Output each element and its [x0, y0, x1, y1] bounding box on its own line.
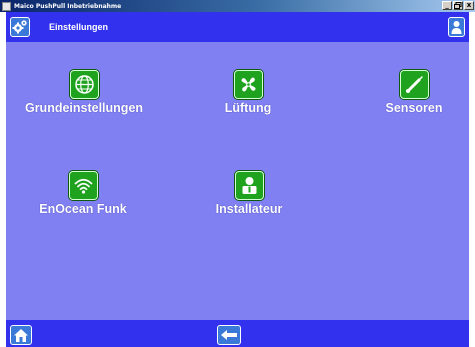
header-bar: Einstellungen [6, 12, 469, 42]
window-controls: _ x [442, 1, 474, 10]
wireless-signal-icon [68, 171, 98, 200]
tile-label: Lüftung [224, 101, 272, 115]
tile-label: Sensoren [385, 101, 443, 115]
tile-enocean-funk[interactable]: EnOcean Funk [20, 171, 146, 216]
back-arrow-icon [221, 330, 237, 340]
window-titlebar[interactable]: Maico PushPull Inbetriebnahme _ x [0, 0, 475, 12]
home-icon [14, 328, 28, 342]
tile-label: Grundeinstellungen [24, 101, 144, 115]
user-icon [451, 20, 462, 34]
close-button[interactable]: x [464, 1, 474, 10]
tile-label: Installateur [215, 202, 283, 216]
tile-label: EnOcean Funk [39, 202, 127, 216]
installer-person-icon [234, 171, 264, 200]
window-title: Maico PushPull Inbetriebnahme [14, 2, 122, 10]
footer-bar [6, 320, 469, 347]
tile-sensoren[interactable]: Sensoren [378, 70, 450, 115]
page-title: Einstellungen [49, 22, 109, 32]
tile-grundeinstellungen[interactable]: Grundeinstellungen [15, 70, 153, 115]
tile-lueftung[interactable]: Lüftung [214, 70, 282, 115]
tile-installateur[interactable]: Installateur [205, 171, 293, 216]
app-icon [2, 1, 11, 11]
back-button[interactable] [217, 325, 241, 345]
settings-button[interactable] [10, 17, 30, 37]
main-window: Einstellungen Grundeinstellungen Lüftung… [6, 12, 469, 347]
settings-gears-icon [12, 20, 27, 34]
restore-icon [454, 2, 462, 9]
minimize-button[interactable]: _ [442, 1, 452, 10]
fan-icon [233, 70, 263, 99]
globe-icon [69, 70, 99, 99]
home-button[interactable] [10, 325, 32, 345]
sensor-probe-icon [399, 70, 429, 99]
maximize-button[interactable] [453, 1, 463, 10]
user-button[interactable] [448, 17, 465, 37]
